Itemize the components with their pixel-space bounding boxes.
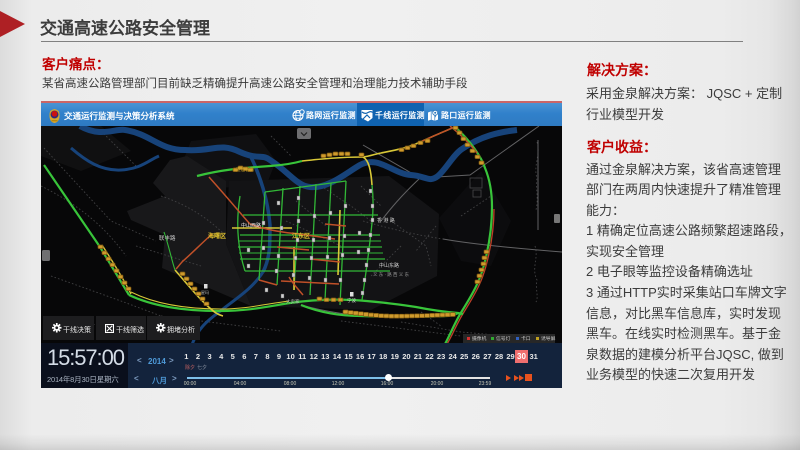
svg-text:宁波: 宁波 xyxy=(347,297,356,304)
svg-text:港边省商: 港边省商 xyxy=(236,166,254,173)
svg-text:江东区: 江东区 xyxy=(292,232,310,240)
svg-text:中山西路: 中山西路 xyxy=(241,222,261,229)
svg-text:海曙区: 海曙区 xyxy=(208,232,226,240)
svg-text:香 港 路: 香 港 路 xyxy=(377,217,395,224)
svg-text:中山东路: 中山东路 xyxy=(379,262,399,269)
svg-text:大卖家: 大卖家 xyxy=(286,298,300,305)
svg-text:联丰路: 联丰路 xyxy=(159,234,176,242)
svg-text:星玛: 星玛 xyxy=(201,289,209,295)
svg-text:义 东 · 路 西 义 东: 义 东 · 路 西 义 东 xyxy=(373,271,409,278)
